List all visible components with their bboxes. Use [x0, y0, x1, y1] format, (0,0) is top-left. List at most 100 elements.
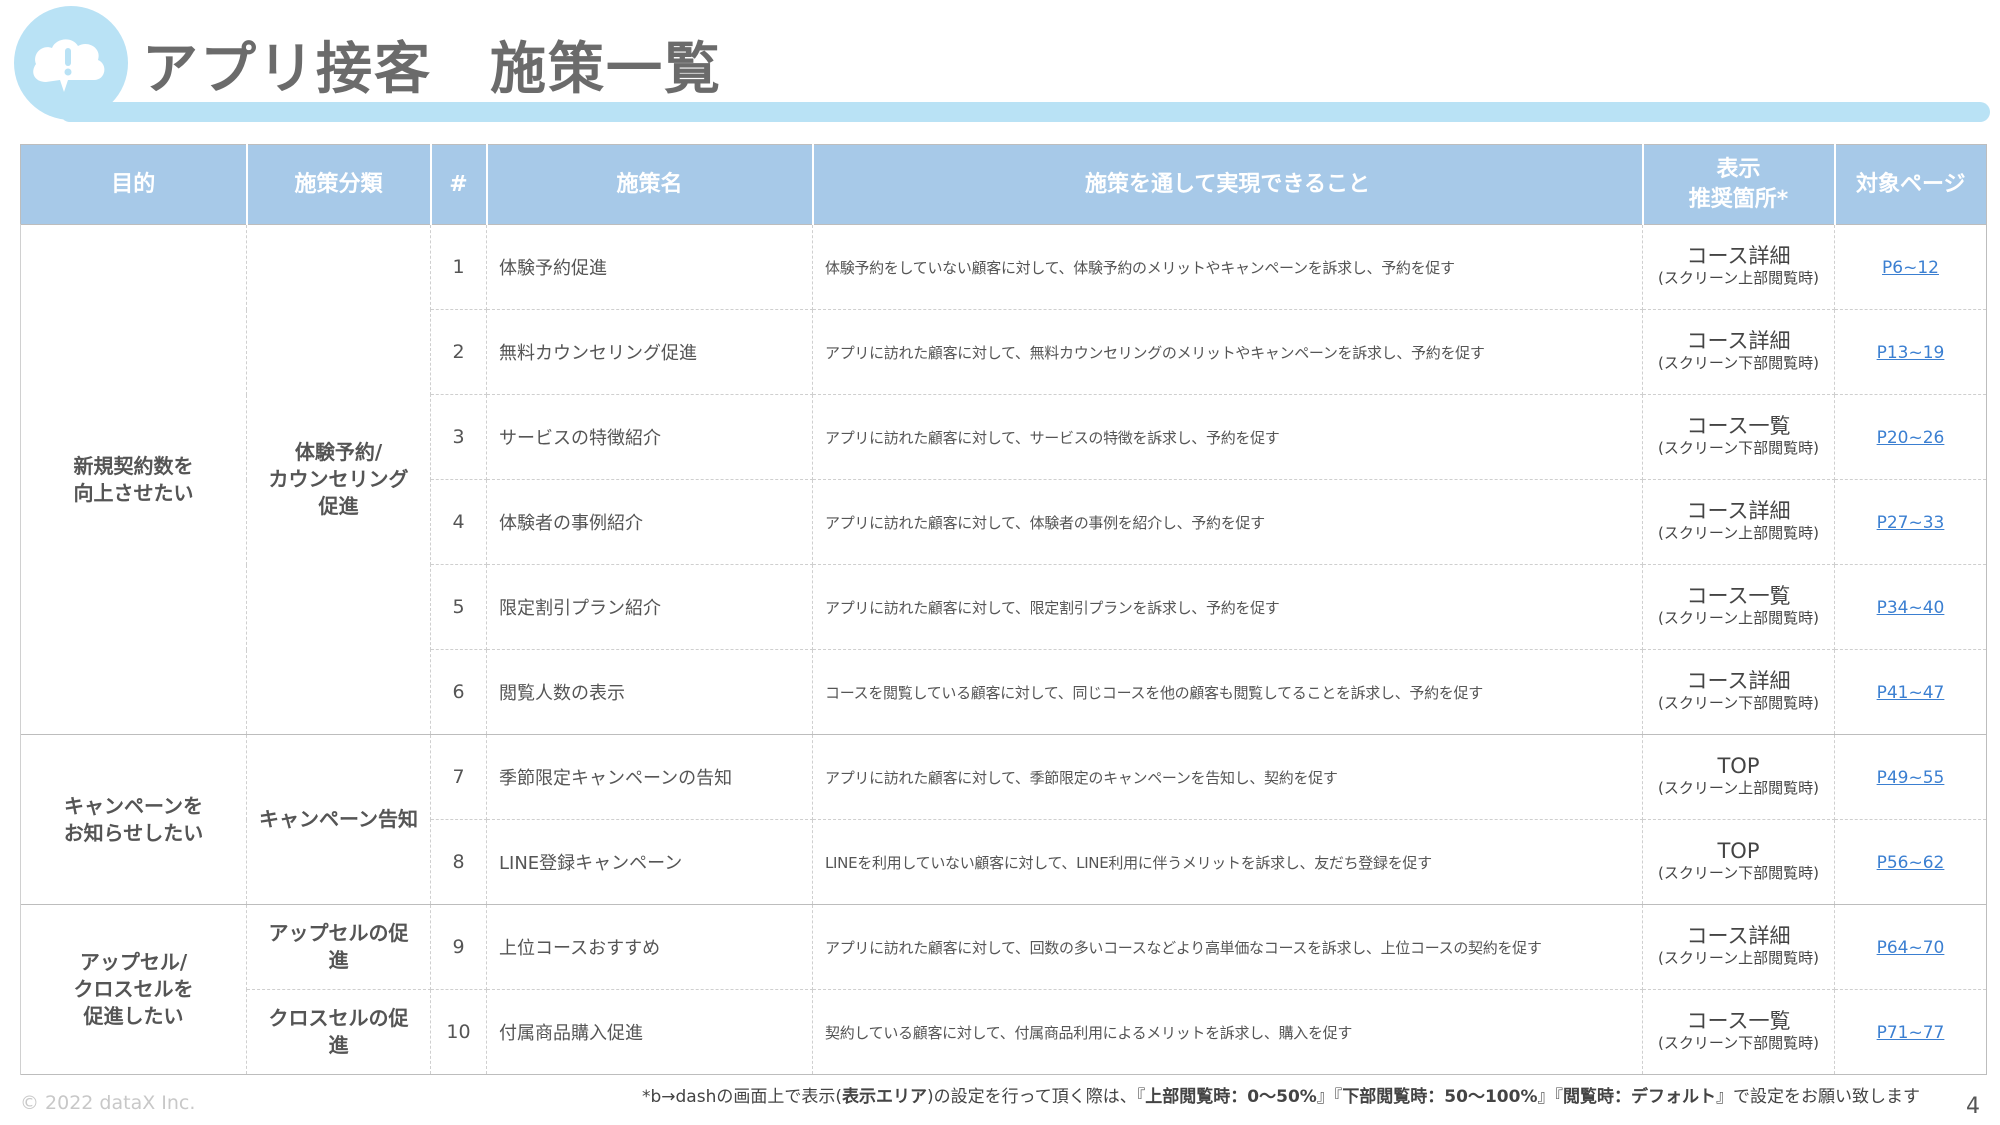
table-body: 新規契約数を 向上させたい 体験予約/ カウンセリング促進 1 体験予約促進 体験予約を…: [20, 224, 1987, 1075]
measures-table: 目的 施策分類 # 施策名 施策を通して実現できること 表示 推奨箇所* 対象ペ…: [20, 144, 1987, 1075]
display-location-main: コース一覧: [1686, 1009, 1791, 1033]
measure-number: 4: [430, 479, 487, 565]
measure-number: 6: [430, 649, 487, 735]
display-location: コース詳細 (スクリーン上部閲覧時): [1642, 904, 1835, 990]
target-page-link[interactable]: P13~19: [1877, 343, 1945, 363]
table-row: 新規契約数を 向上させたい 体験予約/ カウンセリング促進 1 体験予約促進 体験予約を…: [20, 224, 1987, 735]
measure-number: 5: [430, 564, 487, 650]
col-header-target-page: 対象ページ: [1834, 144, 1987, 225]
target-page-link[interactable]: P71~77: [1877, 1023, 1945, 1043]
target-page-cell: P64~70: [1834, 904, 1987, 990]
target-page-link[interactable]: P56~62: [1877, 853, 1945, 873]
purpose-cell: キャンペーンを お知らせしたい: [20, 734, 247, 905]
measure-number: 2: [430, 309, 487, 395]
purpose-cell: 新規契約数を 向上させたい: [20, 224, 247, 735]
measure-number: 3: [430, 394, 487, 480]
measure-outcome: アプリに訪れた顧客に対して、サービスの特徴を訴求し、予約を促す: [812, 394, 1643, 480]
display-location-sub: (スクリーン下部閲覧時): [1658, 439, 1819, 457]
measure-name: 体験者の事例紹介: [486, 479, 813, 565]
target-page-link[interactable]: P64~70: [1877, 938, 1945, 958]
display-location: TOP (スクリーン下部閲覧時): [1642, 819, 1835, 905]
display-location: コース一覧 (スクリーン下部閲覧時): [1642, 394, 1835, 480]
measure-name: 上位コースおすすめ: [486, 904, 813, 990]
display-location-sub: (スクリーン上部閲覧時): [1658, 949, 1819, 967]
display-location-main: TOP: [1717, 754, 1760, 778]
display-location-sub: (スクリーン下部閲覧時): [1658, 354, 1819, 372]
target-page-link[interactable]: P49~55: [1877, 768, 1945, 788]
footnote: *b→dashの画面上で表示(表示エリア)の設定を行って頂く際は、『上部閲覧時：…: [641, 1087, 1920, 1107]
page-title: アプリ接客 施策一覧: [142, 37, 722, 102]
target-page-link[interactable]: P20~26: [1877, 428, 1945, 448]
measure-number: 9: [430, 904, 487, 990]
target-page-link[interactable]: P34~40: [1877, 598, 1945, 618]
target-page-link[interactable]: P27~33: [1877, 513, 1945, 533]
slide-header: アプリ接客 施策一覧: [0, 0, 2000, 130]
target-page-cell: P41~47: [1834, 649, 1987, 735]
col-header-measure-name: 施策名: [486, 144, 814, 225]
display-location-main: コース詳細: [1686, 499, 1791, 523]
target-page-cell: P6~12: [1834, 224, 1987, 310]
table-row: クロスセルの促進 10 付属商品購入促進 契約している顧客に対して、付属商品利用による…: [21, 989, 1987, 1075]
table-row: キャンペーンを お知らせしたい キャンペーン告知 7 季節限定キャンペーンの告知 アプリ…: [20, 734, 1987, 905]
measure-number: 1: [430, 224, 487, 310]
display-location: コース詳細 (スクリーン下部閲覧時): [1642, 649, 1835, 735]
copyright: © 2022 dataX Inc.: [20, 1092, 196, 1114]
purpose-cell: アップセル/ クロスセルを 促進したい: [20, 904, 247, 1075]
display-location: TOP (スクリーン上部閲覧時): [1642, 734, 1835, 820]
display-location: コース一覧 (スクリーン下部閲覧時): [1642, 989, 1835, 1075]
measure-name: 付属商品購入促進: [486, 989, 813, 1075]
target-page-cell: P27~33: [1834, 479, 1987, 565]
display-location-main: コース詳細: [1686, 329, 1791, 353]
col-header-outcome: 施策を通して実現できること: [812, 144, 1644, 225]
measure-name: 限定割引プラン紹介: [486, 564, 813, 650]
measure-name: サービスの特徴紹介: [486, 394, 813, 480]
display-location-sub: (スクリーン上部閲覧時): [1658, 269, 1819, 287]
display-location-main: コース詳細: [1686, 924, 1791, 948]
speech-cloud-icon: [33, 39, 105, 92]
table-row: アップセル/ クロスセルを 促進したい アップセルの促進 9 上位コースおすすめ アプリ…: [20, 904, 1987, 1075]
col-header-number: #: [430, 144, 488, 225]
measure-name: LINE登録キャンペーン: [486, 819, 813, 905]
measure-outcome: アプリに訪れた顧客に対して、季節限定のキャンペーンを告知し、契約を促す: [812, 734, 1643, 820]
page-number: 4: [1966, 1094, 1980, 1119]
target-page-cell: P56~62: [1834, 819, 1987, 905]
display-location-sub: (スクリーン下部閲覧時): [1658, 864, 1819, 882]
category-cell: クロスセルの促進: [246, 989, 431, 1075]
display-location: コース詳細 (スクリーン上部閲覧時): [1642, 224, 1835, 310]
measure-outcome: コースを閲覧している顧客に対して、同じコースを他の顧客も閲覧してることを訴求し、…: [812, 649, 1643, 735]
col-header-category: 施策分類: [246, 144, 432, 225]
measure-name: 体験予約促進: [486, 224, 813, 310]
measure-outcome: 契約している顧客に対して、付属商品利用によるメリットを訴求し、購入を促す: [812, 989, 1643, 1075]
target-page-link[interactable]: P41~47: [1877, 683, 1945, 703]
category-cell: アップセルの促進: [246, 904, 431, 990]
measure-outcome: アプリに訪れた顧客に対して、回数の多いコースなどより高単価なコースを訴求し、上位…: [812, 904, 1643, 990]
measures-table-container: 目的 施策分類 # 施策名 施策を通して実現できること 表示 推奨箇所* 対象ペ…: [20, 144, 1987, 1075]
measure-name: 閲覧人数の表示: [486, 649, 813, 735]
display-location: コース詳細 (スクリーン上部閲覧時): [1642, 479, 1835, 565]
measure-name: 無料カウンセリング促進: [486, 309, 813, 395]
display-location: コース一覧 (スクリーン上部閲覧時): [1642, 564, 1835, 650]
measure-outcome: LINEを利用していない顧客に対して、LINE利用に伴うメリットを訴求し、友だち…: [812, 819, 1643, 905]
display-location-main: コース詳細: [1686, 244, 1791, 268]
display-location-sub: (スクリーン上部閲覧時): [1658, 524, 1819, 542]
measure-outcome: アプリに訪れた顧客に対して、無料カウンセリングのメリットやキャンペーンを訴求し、…: [812, 309, 1643, 395]
measure-outcome: 体験予約をしていない顧客に対して、体験予約のメリットやキャンペーンを訴求し、予約…: [812, 224, 1643, 310]
display-location-sub: (スクリーン下部閲覧時): [1658, 1034, 1819, 1052]
category-cell: キャンペーン告知: [246, 734, 431, 905]
measure-outcome: アプリに訪れた顧客に対して、体験者の事例を紹介し、予約を促す: [812, 479, 1643, 565]
display-location-main: TOP: [1717, 839, 1760, 863]
display-location-main: コース一覧: [1686, 414, 1791, 438]
header-underline-bar: [60, 102, 1990, 122]
measure-outcome: アプリに訪れた顧客に対して、限定割引プランを訴求し、予約を促す: [812, 564, 1643, 650]
target-page-cell: P49~55: [1834, 734, 1987, 820]
measure-number: 8: [430, 819, 487, 905]
table-header-row: 目的 施策分類 # 施策名 施策を通して実現できること 表示 推奨箇所* 対象ペ…: [20, 144, 1987, 225]
col-header-display-location: 表示 推奨箇所*: [1642, 144, 1836, 225]
display-location-sub: (スクリーン上部閲覧時): [1658, 609, 1819, 627]
measure-name: 季節限定キャンペーンの告知: [486, 734, 813, 820]
target-page-cell: P71~77: [1834, 989, 1987, 1075]
target-page-link[interactable]: P6~12: [1882, 258, 1939, 278]
col-header-purpose: 目的: [20, 144, 248, 225]
display-location-main: コース詳細: [1686, 669, 1791, 693]
target-page-cell: P13~19: [1834, 309, 1987, 395]
